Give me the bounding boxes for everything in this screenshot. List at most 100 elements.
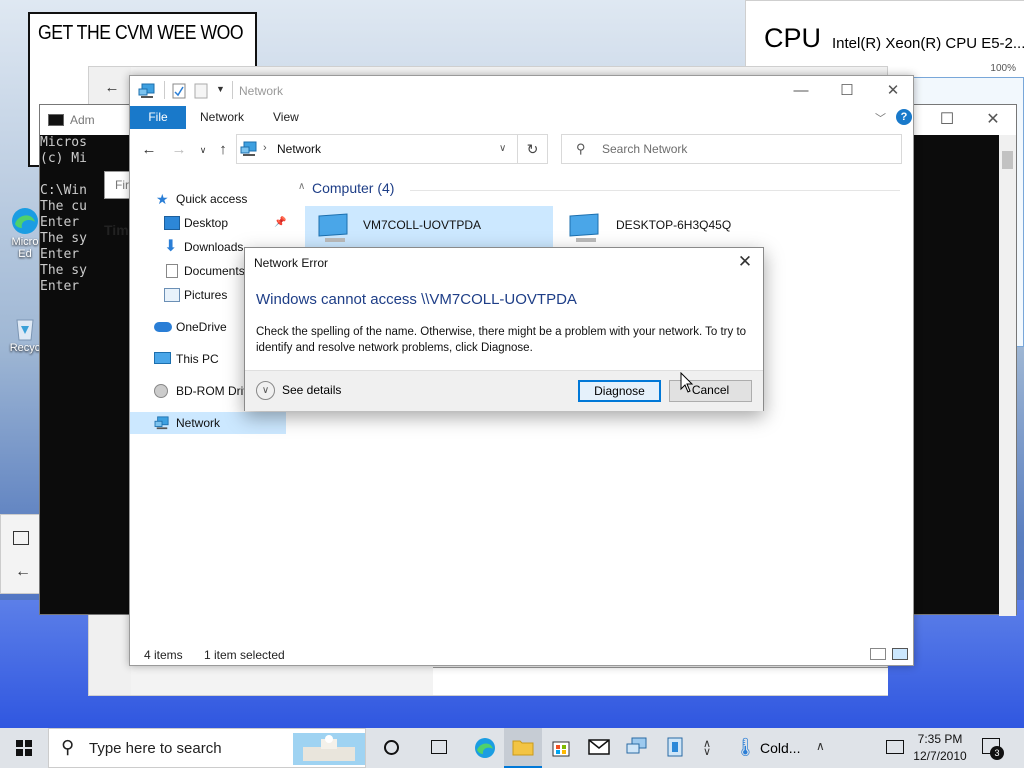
desktop-icon [164, 216, 180, 230]
toolbar-divider [232, 81, 233, 99]
address-bar[interactable]: › Network ∨ [236, 134, 518, 164]
pictures-icon [164, 288, 180, 302]
nav-item-network[interactable]: Network [130, 412, 286, 434]
nav-item-quick-access[interactable]: ★ Quick access [130, 188, 292, 210]
weather-text: Cold... [760, 740, 801, 756]
toolbar-divider [164, 81, 165, 99]
address-dropdown-icon[interactable]: ∨ [499, 143, 506, 154]
back-arrow-icon[interactable]: ← [15, 563, 31, 581]
computer-icon [154, 352, 171, 364]
status-item-count: 4 items [144, 648, 183, 662]
explorer-titlebar[interactable]: ▼ Network — ☐ ✕ [130, 76, 913, 105]
taskbar: ⚲ Type here to search ∧ ∨ 🌡 Cold... ∧ 7:… [0, 728, 1024, 768]
details-view-icon[interactable] [870, 648, 886, 660]
address-text: Network [277, 142, 322, 156]
edge-icon [12, 208, 38, 234]
taskbar-app-store[interactable] [542, 728, 580, 768]
nav-item-desktop[interactable]: Desktop 📌 [130, 212, 292, 234]
close-icon[interactable]: ✕ [870, 78, 916, 104]
group-header-computer[interactable]: Computer (4) [312, 180, 394, 196]
store-bag-icon [552, 741, 570, 757]
computer-tile-label: DESKTOP-6H3Q45Q [616, 218, 732, 232]
edge-icon [475, 738, 495, 758]
new-folder-icon[interactable] [194, 83, 208, 99]
quick-access-toolbar-dropdown-icon[interactable]: ▼ [216, 84, 225, 94]
status-selected-count: 1 item selected [204, 648, 285, 662]
minimize-icon[interactable]: — [778, 78, 824, 104]
close-icon[interactable]: ✕ [970, 109, 1016, 133]
taskbar-search-placeholder: Type here to search [89, 740, 222, 757]
disc-drive-icon [154, 384, 168, 398]
ribbon-tab-view[interactable]: View [273, 106, 299, 129]
up-arrow-icon[interactable]: ↑ [212, 139, 234, 161]
cmd-icon [48, 114, 64, 126]
nav-item-label: Quick access [176, 192, 248, 206]
chevron-down-icon[interactable]: ∨ [256, 381, 275, 400]
notification-badge: 3 [990, 746, 1004, 760]
ribbon-expand-icon[interactable]: ﹀ [875, 110, 886, 126]
dialog-message: Check the spelling of the name. Otherwis… [256, 326, 747, 354]
search-highlight-image-icon [293, 733, 365, 765]
window-icon [13, 531, 29, 545]
search-input[interactable]: ⚲ Search Network [561, 134, 902, 164]
cmd-scrollbar[interactable] [999, 135, 1016, 616]
taskbar-overflow-icon[interactable]: ∧ ∨ [700, 739, 714, 758]
network-status-icon[interactable] [886, 740, 904, 754]
taskbar-clock[interactable]: 7:35 PM 12/7/2010 [908, 731, 972, 765]
dialog-title: Network Error [254, 256, 329, 270]
network-icon [154, 416, 169, 430]
ribbon-file-tab[interactable]: File [130, 106, 186, 129]
group-collapse-icon[interactable]: ∧ [298, 181, 305, 192]
folder-icon [512, 740, 534, 756]
taskbar-date: 12/7/2010 [913, 749, 967, 763]
task-manager-cpu-heading: CPU [764, 23, 822, 53]
taskbar-app-network-tool[interactable] [618, 728, 656, 768]
background-window-left: ← [0, 514, 40, 594]
taskbar-time: 7:35 PM [917, 732, 963, 746]
dialog-heading: Windows cannot access \\VM7COLL-UOVTPDA [256, 291, 577, 308]
see-details-link[interactable]: See details [282, 383, 341, 397]
task-view-button[interactable] [372, 728, 410, 768]
taskbar-app-mail[interactable] [580, 728, 618, 768]
diagnose-button[interactable]: Diagnose [578, 380, 661, 402]
properties-icon[interactable] [172, 83, 186, 99]
breadcrumb-chevron-icon[interactable]: › [263, 142, 267, 154]
computer-tile-vm7coll[interactable]: VM7COLL-UOVTPDA [305, 206, 553, 248]
task-view-app[interactable] [420, 728, 458, 768]
computer-tile-desktop[interactable]: DESKTOP-6H3Q45Q [560, 206, 810, 248]
help-icon[interactable]: ? [896, 109, 912, 125]
forward-arrow-icon[interactable]: → [168, 139, 190, 161]
network-icon [138, 83, 155, 98]
taskbar-app-edge[interactable] [466, 728, 504, 768]
cmd-scroll-thumb[interactable] [1002, 151, 1013, 169]
ribbon-tab-network[interactable]: Network [200, 106, 244, 129]
search-placeholder: Search Network [602, 142, 688, 156]
recycle-bin-icon [16, 319, 34, 341]
show-hidden-icons-chevron-icon[interactable]: ∧ [816, 739, 825, 753]
mouse-cursor-icon [680, 372, 694, 393]
recent-locations-icon[interactable]: ∨ [192, 139, 214, 161]
taskbar-app-file-explorer[interactable] [504, 728, 542, 768]
maximize-icon[interactable]: ☐ [924, 109, 970, 133]
start-button[interactable] [0, 728, 48, 768]
windows-logo-icon [16, 740, 32, 756]
large-icons-view-icon[interactable] [892, 648, 908, 660]
cmd-output: Micros (c) Mi C:\Win The cu Enter The sy Ent… [40, 135, 87, 295]
cmd-line: Enter [40, 247, 87, 262]
back-arrow-icon[interactable]: ← [103, 79, 121, 97]
maximize-icon[interactable]: ☐ [824, 78, 870, 104]
star-icon: ★ [156, 191, 169, 207]
close-icon[interactable]: ✕ [733, 250, 757, 274]
taskbar-weather[interactable]: 🌡 Cold... [724, 728, 814, 768]
notification-center-button[interactable]: 3 [980, 736, 1006, 760]
task-manager-graph-max: 100% [990, 63, 1016, 74]
cmd-line: The sy [40, 263, 87, 278]
cmd-line [40, 167, 87, 183]
taskbar-search-input[interactable]: ⚲ Type here to search [48, 728, 366, 768]
refresh-button[interactable]: ↻ [518, 134, 548, 164]
network-icon [240, 141, 257, 156]
taskbar-app-cmd-tool[interactable] [656, 728, 694, 768]
back-arrow-icon[interactable]: ← [138, 139, 160, 161]
pin-icon[interactable]: 📌 [274, 212, 286, 234]
explorer-title: Network [239, 84, 284, 98]
